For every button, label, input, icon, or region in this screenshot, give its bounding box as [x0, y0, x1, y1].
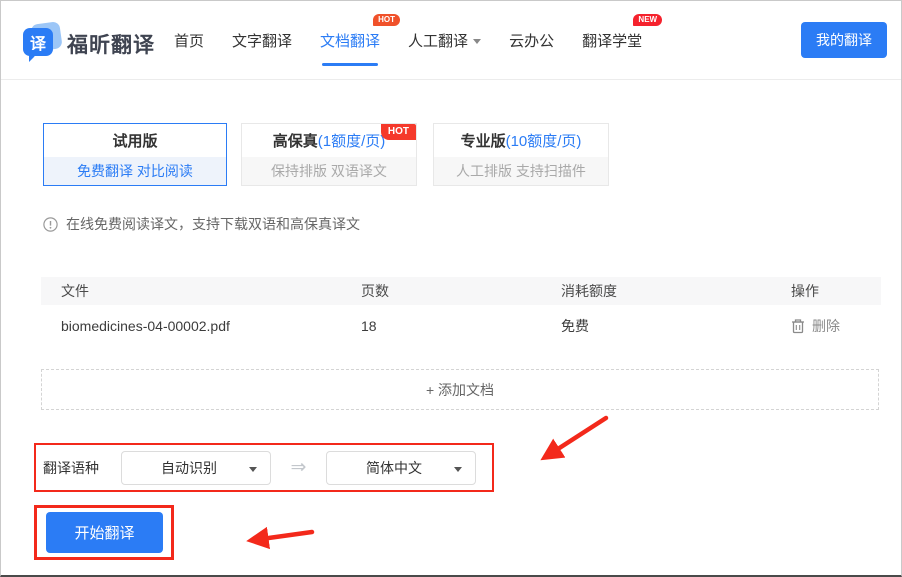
nav-label: 首页 [174, 30, 204, 51]
notice-line: 在线免费阅读译文，支持下载双语和高保真译文 [43, 214, 360, 234]
plan-subtitle: 免费翻译 对比阅读 [44, 157, 226, 185]
plan-title: 高保真 [273, 130, 318, 151]
logo-char: 译 [30, 30, 46, 54]
target-language-dropdown[interactable]: 简体中文 [326, 451, 476, 485]
file-table-header: 文件 页数 消耗额度 操作 [41, 277, 881, 305]
nav-label: 云办公 [509, 30, 554, 51]
nav-label: 文字翻译 [232, 30, 292, 51]
nav-item-document-translate[interactable]: 文档翻译 HOT [320, 1, 380, 79]
col-header-quota: 消耗额度 [561, 281, 791, 301]
nav-item-translate-academy[interactable]: 翻译学堂 NEW [582, 1, 642, 79]
plan-tab-trial[interactable]: 试用版 免费翻译 对比阅读 [43, 123, 227, 186]
table-row: biomedicines-04-00002.pdf 18 免费 删除 [41, 305, 881, 347]
top-navbar: 译 福昕翻译 首页 文字翻译 文档翻译 HOT 人工翻译 云办公 [1, 1, 901, 80]
new-badge: NEW [633, 14, 662, 26]
annotation-arrow-to-language [547, 418, 606, 456]
nav-item-cloud-office[interactable]: 云办公 [509, 1, 554, 79]
logo-bubble-front: 译 [23, 28, 53, 56]
notice-text: 在线免费阅读译文，支持下载双语和高保真译文 [66, 214, 360, 234]
language-label: 翻译语种 [43, 458, 121, 478]
annotation-arrow-to-start [254, 532, 312, 540]
main-nav: 首页 文字翻译 文档翻译 HOT 人工翻译 云办公 翻译学堂 NEW [174, 1, 642, 79]
col-header-pages: 页数 [361, 281, 561, 301]
trash-icon [791, 318, 805, 334]
plan-title: 专业版 [461, 130, 506, 151]
brand-logo-icon[interactable]: 译 [23, 23, 65, 61]
col-header-action: 操作 [791, 281, 861, 301]
my-translations-button[interactable]: 我的翻译 [801, 22, 887, 58]
plan-title: 试用版 [112, 130, 157, 151]
start-translate-button[interactable]: 开始翻译 [46, 512, 163, 553]
language-selection-row: 翻译语种 自动识别 ⇒ 简体中文 [43, 443, 476, 492]
nav-item-human-translate[interactable]: 人工翻译 [408, 1, 481, 79]
plan-subtitle: 人工排版 支持扫描件 [434, 157, 608, 185]
delete-label: 删除 [812, 316, 840, 336]
add-document-label: + 添加文档 [426, 380, 494, 400]
source-language-value: 自动识别 [161, 458, 217, 478]
brand-name: 福昕翻译 [67, 29, 155, 59]
page-count: 18 [361, 318, 561, 334]
nav-item-home[interactable]: 首页 [174, 1, 204, 79]
quota-value: 免费 [561, 316, 791, 336]
plan-tab-professional[interactable]: 专业版 (10额度/页) 人工排版 支持扫描件 [433, 123, 609, 186]
direction-arrow-icon: ⇒ [271, 456, 326, 479]
hot-badge: HOT [381, 124, 416, 140]
delete-button[interactable]: 删除 [791, 316, 861, 336]
hot-badge: HOT [373, 14, 400, 26]
nav-label: 翻译学堂 [582, 30, 642, 51]
chevron-down-icon [249, 467, 257, 476]
foxit-translate-page: 译 福昕翻译 首页 文字翻译 文档翻译 HOT 人工翻译 云办公 [0, 0, 902, 577]
source-language-dropdown[interactable]: 自动识别 [121, 451, 271, 485]
nav-item-text-translate[interactable]: 文字翻译 [232, 1, 292, 79]
plan-price: (1额度/页) [318, 130, 386, 151]
info-icon [43, 217, 58, 232]
nav-label: 人工翻译 [408, 30, 468, 51]
plan-subtitle: 保持排版 双语译文 [242, 157, 416, 185]
target-language-value: 简体中文 [366, 458, 422, 478]
chevron-down-icon [473, 39, 481, 48]
col-header-file: 文件 [61, 281, 361, 301]
file-name: biomedicines-04-00002.pdf [61, 318, 361, 334]
chevron-down-icon [454, 467, 462, 476]
plan-price: (10额度/页) [506, 130, 582, 151]
plan-tab-high-fidelity[interactable]: HOT 高保真 (1额度/页) 保持排版 双语译文 [241, 123, 417, 186]
add-document-button[interactable]: + 添加文档 [41, 369, 879, 410]
active-tab-underline [322, 63, 378, 66]
nav-label: 文档翻译 [320, 30, 380, 51]
